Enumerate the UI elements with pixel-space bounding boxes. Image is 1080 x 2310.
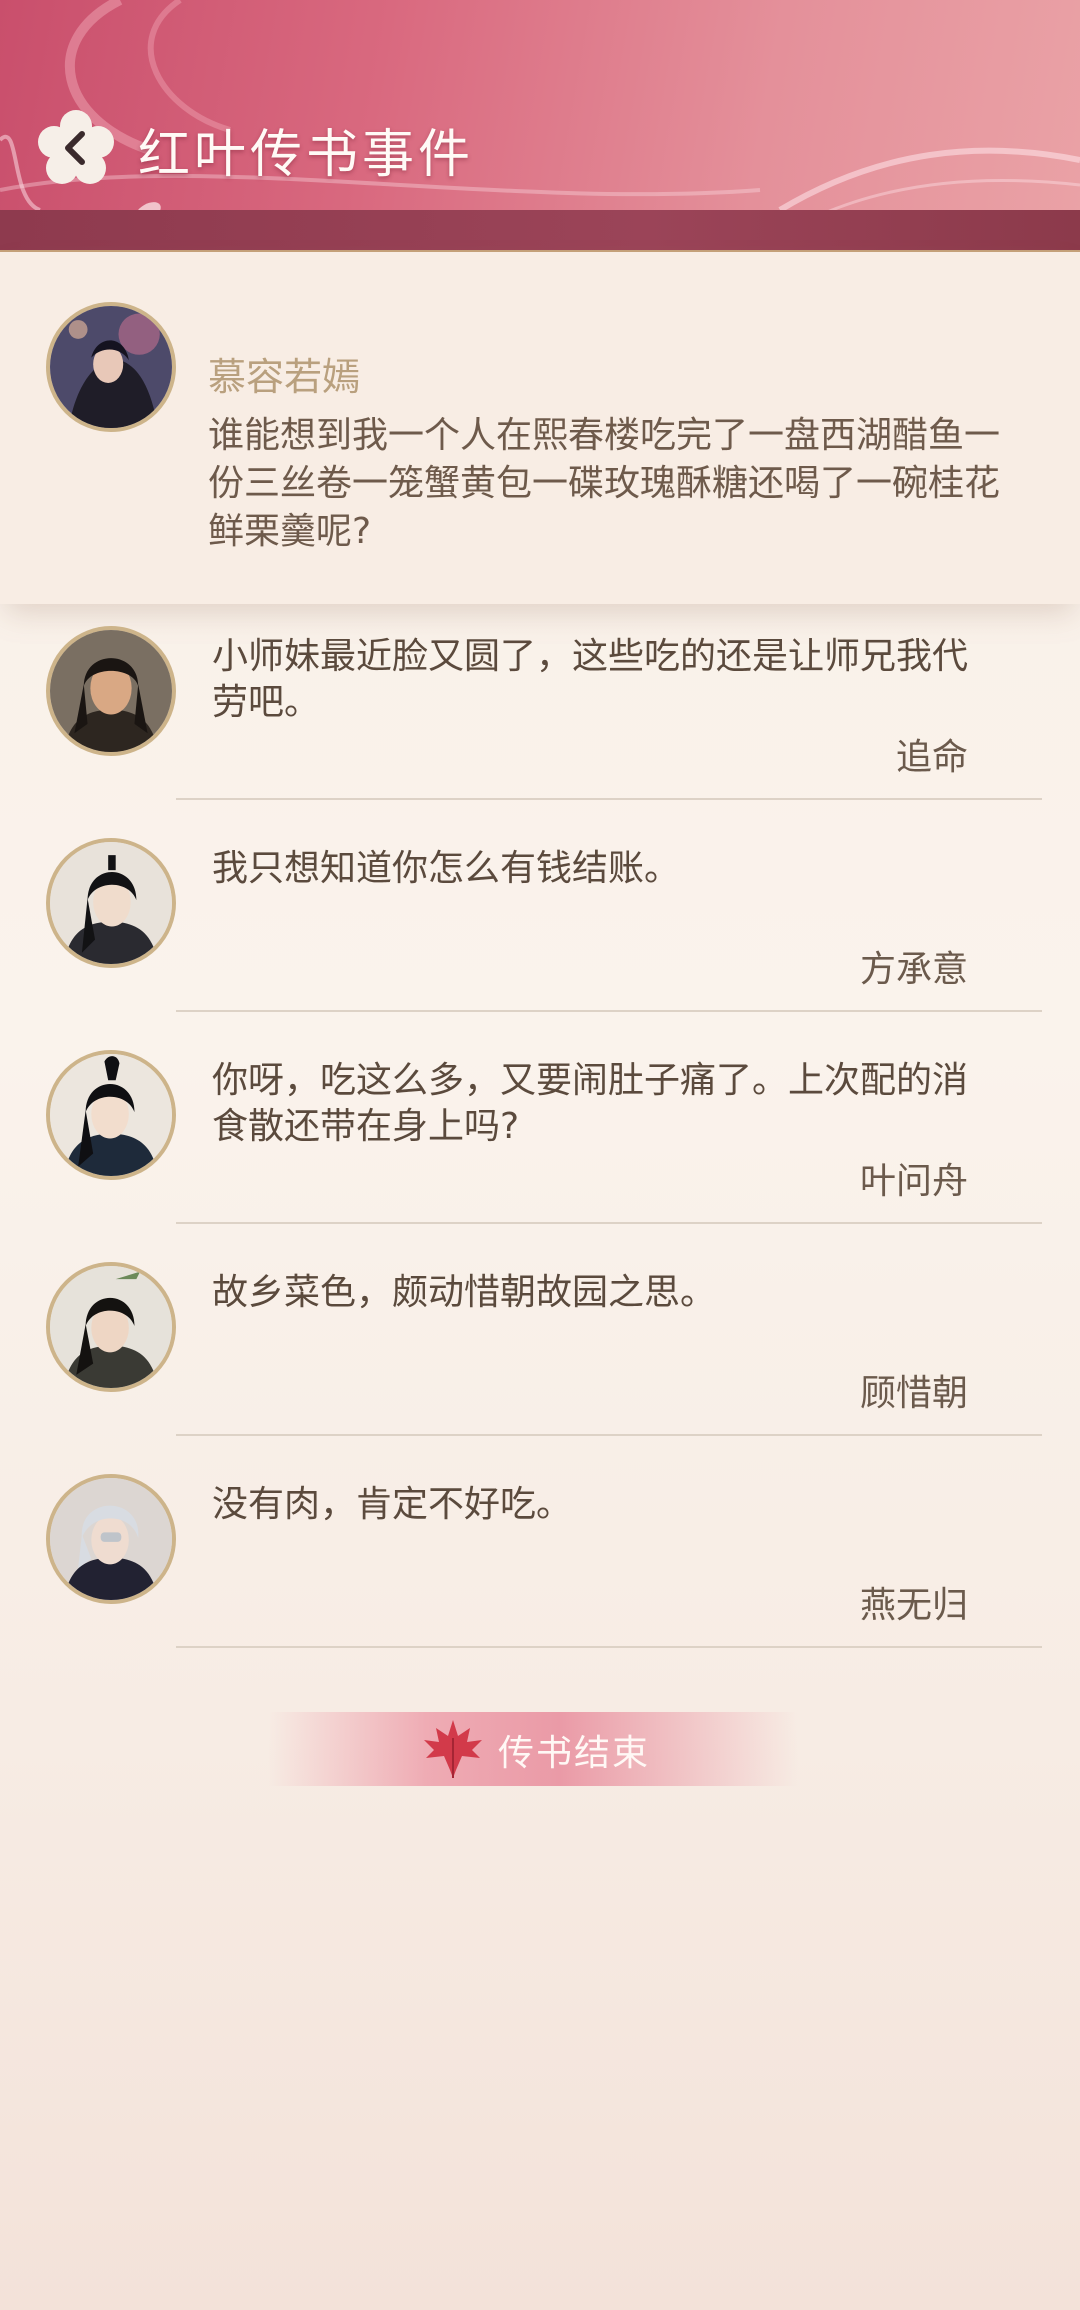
header-band [0,210,1080,252]
reply-author: 顾惜朝 [859,1373,968,1414]
poster-name: 慕容若嫣 [208,355,361,399]
reply-text: 没有肉，肯定不好吃。 [212,1484,573,1525]
divider [176,1434,1042,1436]
reply-avatar[interactable] [46,1262,176,1392]
reply-item: 你呀，吃这么多，又要闹肚子痛了。上次配的消食散还带在身上吗? 叶问舟 [0,1032,1080,1244]
reply-author: 追命 [895,737,968,778]
reply-text: 你呀，吃这么多，又要闹肚子痛了。上次配的消食散还带在身上吗? [212,1060,969,1147]
post-text: 谁能想到我一个人在熙春楼吃完了一盘西湖醋鱼一份三丝卷一笼蟹黄包一碟玫瑰酥糖还喝了… [208,415,1001,552]
reply-text: 我只想知道你怎么有钱结账。 [212,848,681,889]
reply-text: 小师妹最近脸又圆了，这些吃的还是让师兄我代劳吧。 [212,636,969,723]
reply-text: 故乡菜色，颇动惜朝故园之思。 [212,1272,717,1313]
reply-avatar[interactable] [46,1050,176,1180]
reply-item: 故乡菜色，颇动惜朝故园之思。 顾惜朝 [0,1244,1080,1456]
end-label: 传书结束 [498,1733,651,1774]
reply-item: 我只想知道你怎么有钱结账。 方承意 [0,820,1080,1032]
main-post: 慕容若嫣 谁能想到我一个人在熙春楼吃完了一盘西湖醋鱼一份三丝卷一笼蟹黄包一碟玫瑰… [0,252,1080,604]
maple-leaf-icon [424,1720,482,1778]
end-banner: 传书结束 [268,1712,798,1786]
header-bar: 红叶传书事件 [0,0,1080,252]
reply-item: 没有肉，肯定不好吃。 燕无归 [0,1456,1080,1668]
page-title: 红叶传书事件 [138,125,475,185]
divider [176,1646,1042,1648]
reply-avatar[interactable] [46,1474,176,1604]
divider [176,1222,1042,1224]
reply-author: 燕无归 [859,1585,968,1626]
reply-avatar[interactable] [46,838,176,968]
divider [176,798,1042,800]
divider [176,1010,1042,1012]
poster-avatar[interactable] [46,302,176,432]
reply-author: 方承意 [859,949,968,990]
reply-avatar[interactable] [46,626,176,756]
back-button[interactable] [36,108,116,188]
reply-author: 叶问舟 [859,1161,968,1202]
reply-item: 小师妹最近脸又圆了，这些吃的还是让师兄我代劳吧。 追命 [0,608,1080,820]
back-arrow-icon [38,110,114,184]
